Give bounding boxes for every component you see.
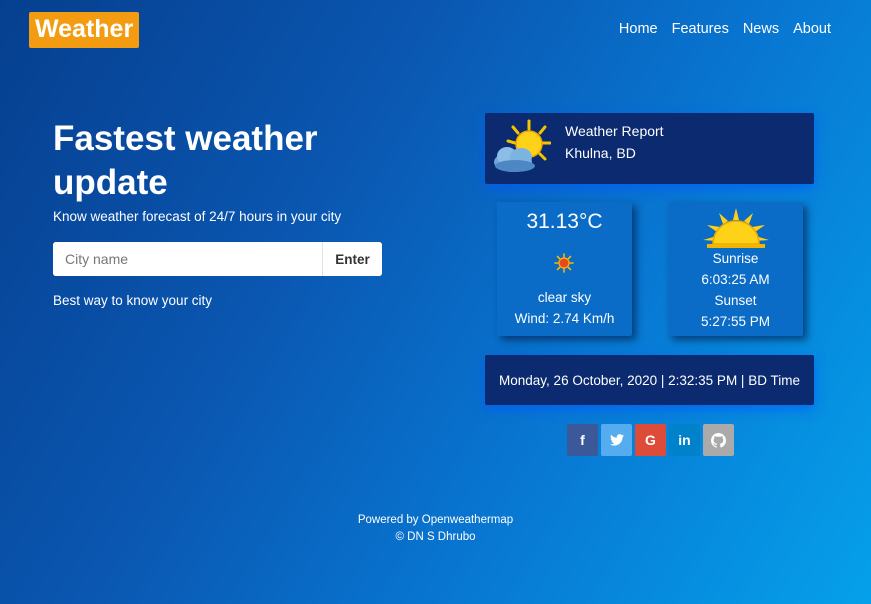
twitter-icon[interactable]: t <box>601 424 632 456</box>
temperature: 31.13°C <box>526 210 603 233</box>
github-octocat-shape <box>711 432 726 448</box>
sunrise-label: Sunrise <box>712 251 759 266</box>
date-time-bar: Monday, 26 October, 2020 | 2:32:35 PM | … <box>485 355 814 405</box>
report-title: Weather Report <box>565 123 664 139</box>
sunrise-time: 6:03:25 AM <box>701 272 770 287</box>
current-weather-card: 31.13°C clear sky Wind: 2.74 Km/h <box>497 202 632 336</box>
wind-speed: Wind: 2.74 Km/h <box>514 311 615 326</box>
linkedin-icon[interactable]: in <box>669 424 700 456</box>
twitter-bird-shape <box>609 434 624 446</box>
weather-condition: clear sky <box>537 290 592 305</box>
small-sun-icon <box>554 253 574 273</box>
facebook-icon[interactable]: f <box>567 424 598 456</box>
sunset-time: 5:27:55 PM <box>700 314 771 329</box>
linkedin-glyph: in <box>678 432 691 448</box>
github-icon[interactable]: gh <box>703 424 734 456</box>
date-time-text: Monday, 26 October, 2020 | 2:32:35 PM | … <box>499 372 800 388</box>
hero-subtitle: Know weather forecast of 24/7 hours in y… <box>53 209 342 224</box>
powered-by: Powered by Openweathermap <box>357 514 514 526</box>
tagline: Best way to know your city <box>53 293 213 308</box>
google-glyph: G <box>645 432 656 448</box>
copyright: © DN S Dhrubo <box>395 531 476 543</box>
social-links: f t G in gh <box>567 424 734 456</box>
sun-behind-cloud-icon <box>494 119 551 172</box>
top-nav: Home Features News About <box>619 21 831 37</box>
nav-features[interactable]: Features <box>672 21 729 37</box>
report-location: Khulna, BD <box>565 145 636 161</box>
sunset-label: Sunset <box>714 293 757 308</box>
hero-title: Fastest weather update <box>53 119 318 202</box>
sun-times-card: Sunrise 6:03:25 AM Sunset 5:27:55 PM <box>668 202 803 336</box>
google-icon[interactable]: G <box>635 424 666 456</box>
enter-button[interactable]: Enter <box>322 242 382 276</box>
logo[interactable]: Weather <box>29 12 140 48</box>
city-search: Enter <box>53 242 382 276</box>
nav-about[interactable]: About <box>793 21 831 37</box>
city-name-input[interactable] <box>53 242 322 276</box>
weather-report-card: Weather Report Khulna, BD <box>485 113 814 184</box>
sun-icon <box>703 208 769 248</box>
nav-home[interactable]: Home <box>619 21 658 37</box>
facebook-glyph: f <box>580 432 585 448</box>
nav-news[interactable]: News <box>743 21 779 37</box>
